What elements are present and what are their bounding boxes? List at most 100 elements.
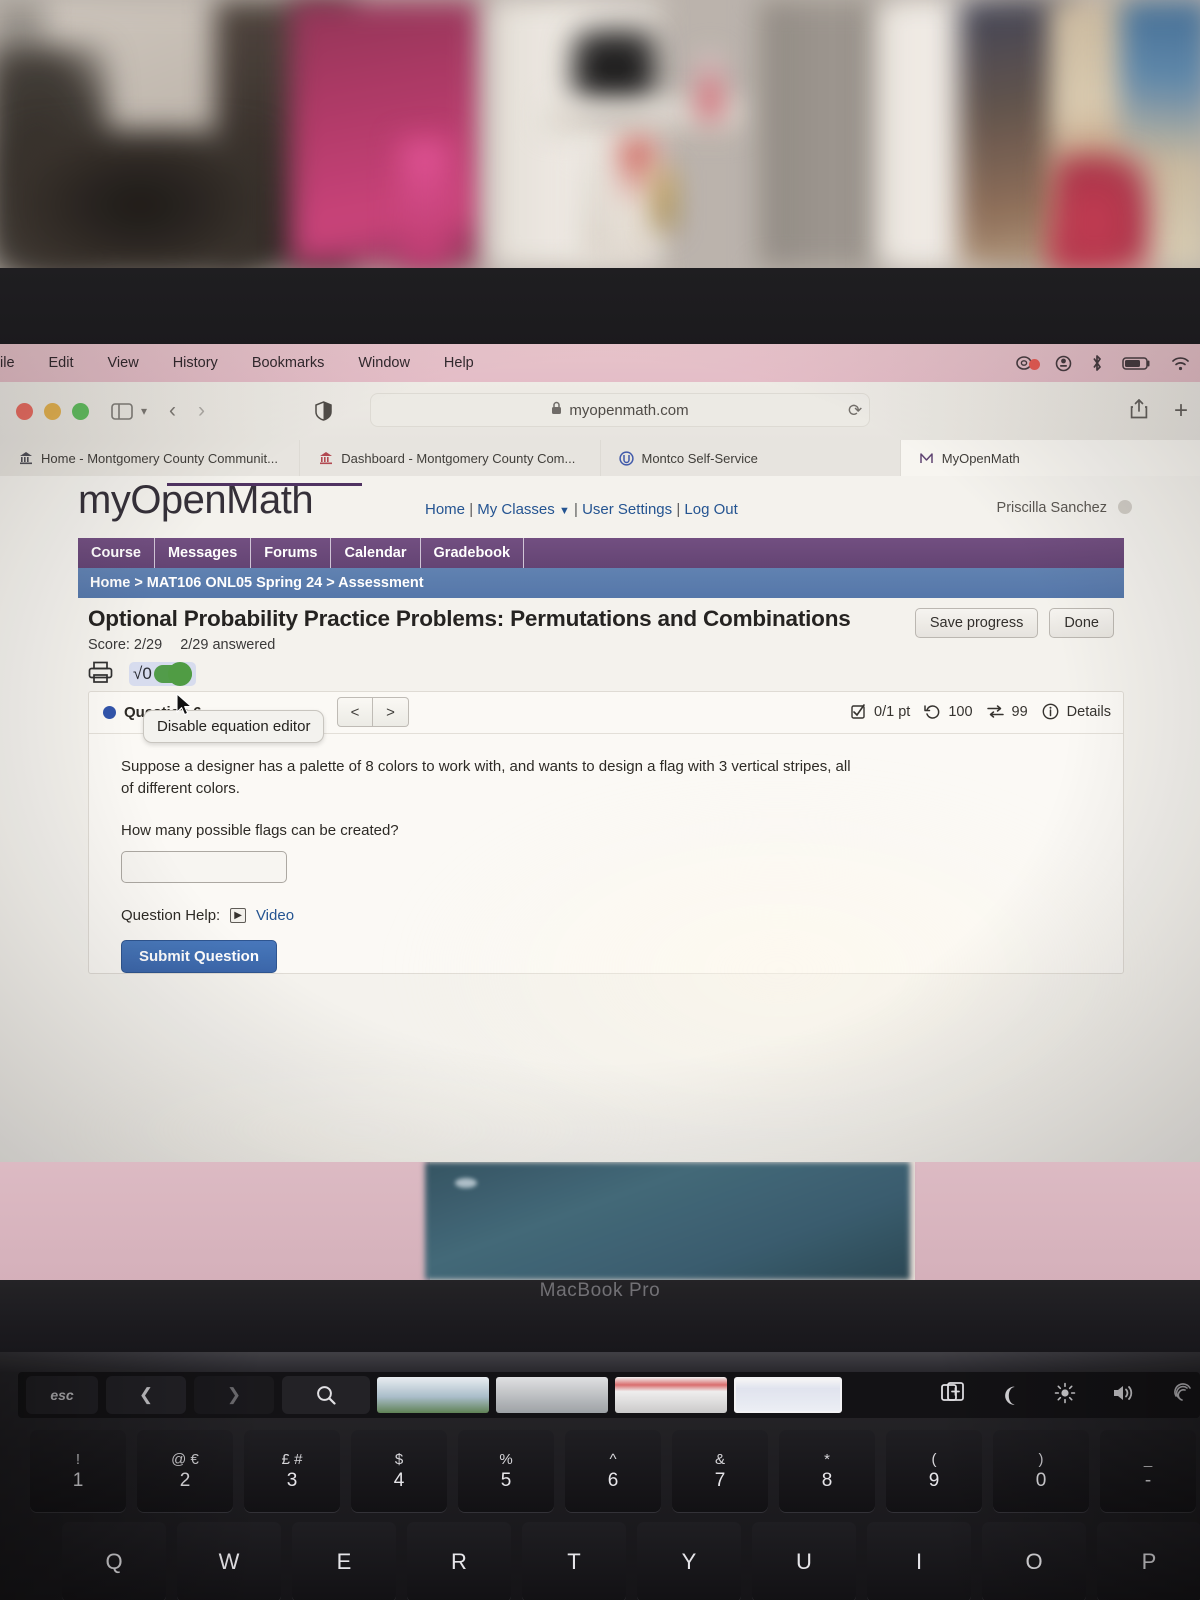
key-2[interactable]: @ € 2 xyxy=(137,1430,233,1512)
chevron-down-icon[interactable]: ▾ xyxy=(141,404,147,418)
touch-id-icon[interactable] xyxy=(1172,1382,1194,1409)
done-button[interactable]: Done xyxy=(1049,608,1114,638)
key-q[interactable]: Q xyxy=(62,1522,166,1600)
chevron-down-icon[interactable]: ▼ xyxy=(559,505,570,517)
site-logo[interactable]: myOpenMath xyxy=(78,478,362,523)
key-t[interactable]: T xyxy=(522,1522,626,1600)
control-center-icon[interactable] xyxy=(1055,355,1072,372)
chevron-right-icon[interactable]: ❯ xyxy=(194,1376,274,1414)
key-7[interactable]: & 7 xyxy=(672,1430,768,1512)
nav-user-settings[interactable]: User Settings xyxy=(582,501,672,518)
battery-icon[interactable] xyxy=(1122,356,1152,371)
key-upper: ) xyxy=(1038,1450,1044,1468)
forward-arrow-icon[interactable]: › xyxy=(198,399,205,423)
chevron-left-icon[interactable]: ❮ xyxy=(106,1376,186,1414)
key-w[interactable]: W xyxy=(177,1522,281,1600)
key-p[interactable]: P xyxy=(1097,1522,1200,1600)
screen-recording-icon[interactable] xyxy=(1016,355,1040,371)
tab-course[interactable]: Course xyxy=(78,538,155,568)
key-8[interactable]: * 8 xyxy=(779,1430,875,1512)
search-icon[interactable] xyxy=(282,1376,370,1414)
wifi-icon[interactable] xyxy=(1171,356,1190,371)
share-icon[interactable] xyxy=(1130,398,1148,424)
tab-gradebook[interactable]: Gradebook xyxy=(421,538,525,568)
menu-file[interactable]: ile xyxy=(0,355,32,371)
key-9[interactable]: ( 9 xyxy=(886,1430,982,1512)
lock-icon xyxy=(551,401,562,419)
save-progress-button[interactable]: Save progress xyxy=(914,608,1039,638)
browser-tab-1[interactable]: Dashboard - Montgomery County Com... xyxy=(300,440,601,476)
back-arrow-icon[interactable]: ‹ xyxy=(169,399,176,423)
equation-editor-switch[interactable] xyxy=(153,662,192,686)
answer-input[interactable] xyxy=(121,850,287,883)
question-help-video-link[interactable]: Video xyxy=(256,907,294,924)
nav-home[interactable]: Home xyxy=(425,501,465,518)
previous-question-button[interactable]: < xyxy=(337,697,373,727)
shield-icon[interactable] xyxy=(315,401,332,421)
plus-icon[interactable]: + xyxy=(1174,397,1188,425)
touchbar-tab-thumbnail-1[interactable] xyxy=(496,1377,608,1413)
key-0[interactable]: ) 0 xyxy=(993,1430,1089,1512)
montco-self-service-icon xyxy=(619,450,635,466)
bluetooth-icon[interactable] xyxy=(1091,354,1103,372)
touchbar-tab-thumbnail-2[interactable] xyxy=(615,1377,727,1413)
siri-icon[interactable]: ❨ xyxy=(1001,1383,1018,1408)
close-window-button[interactable] xyxy=(16,402,33,420)
touchbar-esc-key[interactable]: esc xyxy=(26,1376,98,1414)
submit-question-button[interactable]: Submit Question xyxy=(121,939,277,973)
question-details-link[interactable]: Details xyxy=(1067,704,1111,720)
tab-forums[interactable]: Forums xyxy=(251,538,332,568)
tab-messages[interactable]: Messages xyxy=(155,538,252,568)
menu-window[interactable]: Window xyxy=(341,355,427,371)
touchbar-tab-thumbnail-0[interactable] xyxy=(377,1377,489,1413)
key-1[interactable]: ! 1 xyxy=(30,1430,126,1512)
key-upper: £ # xyxy=(281,1450,303,1468)
key-i[interactable]: I xyxy=(867,1522,971,1600)
menu-edit[interactable]: Edit xyxy=(32,355,91,371)
info-icon[interactable] xyxy=(1042,703,1059,720)
nav-my-classes[interactable]: My Classes xyxy=(477,501,555,518)
avatar[interactable] xyxy=(1118,500,1132,514)
play-icon[interactable]: ▶ xyxy=(230,907,246,923)
menu-view[interactable]: View xyxy=(91,355,156,371)
equation-editor-toggle[interactable]: √0 xyxy=(129,662,196,686)
touchbar-tab-thumbnail-3-active[interactable] xyxy=(734,1377,842,1413)
key-6[interactable]: ^ 6 xyxy=(565,1430,661,1512)
sidebar-icon[interactable] xyxy=(111,402,133,420)
key-3[interactable]: £ # 3 xyxy=(244,1430,340,1512)
key-5[interactable]: % 5 xyxy=(458,1430,554,1512)
key-minus[interactable]: _ - xyxy=(1100,1430,1196,1512)
reload-icon[interactable]: ⟳ xyxy=(848,401,862,421)
breadcrumb[interactable]: Home > MAT106 ONL05 Spring 24 > Assessme… xyxy=(78,568,1124,598)
minimize-window-button[interactable] xyxy=(44,402,61,420)
volume-icon[interactable] xyxy=(1112,1383,1136,1408)
key-u[interactable]: U xyxy=(752,1522,856,1600)
menu-bookmarks[interactable]: Bookmarks xyxy=(235,355,342,371)
menu-history[interactable]: History xyxy=(156,355,235,371)
browser-tab-3[interactable]: MyOpenMath xyxy=(900,440,1200,476)
new-tab-icon[interactable] xyxy=(941,1381,965,1409)
user-name-area: Priscilla Sanchez xyxy=(997,500,1132,516)
site-tab-bar: Course Messages Forums Calendar Gradeboo… xyxy=(78,538,1124,568)
score-line: Score: 2/29 2/29 answered xyxy=(88,637,1124,653)
browser-tab-0[interactable]: Home - Montgomery County Communit... xyxy=(0,440,301,476)
key-e[interactable]: E xyxy=(292,1522,396,1600)
key-o[interactable]: O xyxy=(982,1522,1086,1600)
browser-tab-2[interactable]: Montco Self-Service xyxy=(600,440,901,476)
brightness-icon[interactable] xyxy=(1054,1382,1076,1409)
safari-tab-bar: Home - Montgomery County Communit... Das… xyxy=(0,440,1200,476)
key-y[interactable]: Y xyxy=(637,1522,741,1600)
tab-calendar[interactable]: Calendar xyxy=(331,538,421,568)
key-letter: W xyxy=(218,1549,240,1574)
key-r[interactable]: R xyxy=(407,1522,511,1600)
nav-log-out[interactable]: Log Out xyxy=(684,501,737,518)
address-bar[interactable]: myopenmath.com xyxy=(370,393,870,427)
key-4[interactable]: $ 4 xyxy=(351,1430,447,1512)
question-meta: 0/1 pt 100 99 Details xyxy=(851,703,1111,720)
next-question-button[interactable]: > xyxy=(373,697,409,727)
room-background xyxy=(0,0,1200,268)
key-letter: T xyxy=(567,1549,581,1574)
printer-icon[interactable] xyxy=(88,661,113,688)
menu-help[interactable]: Help xyxy=(427,355,491,371)
maximize-window-button[interactable] xyxy=(72,402,89,420)
